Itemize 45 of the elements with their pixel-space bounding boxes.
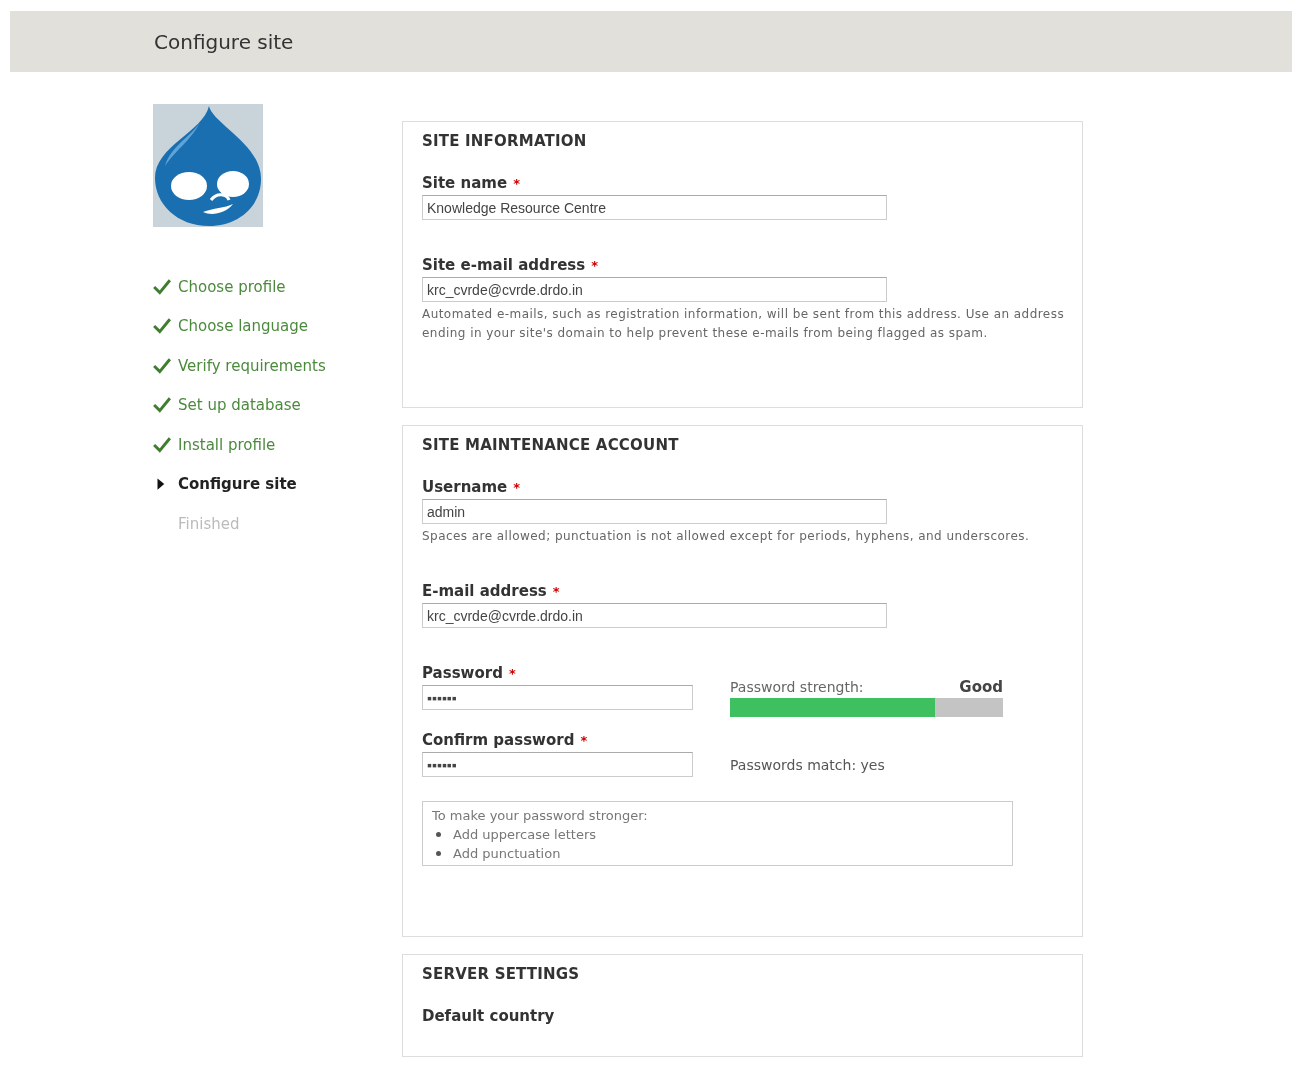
field-label: Username (422, 478, 508, 496)
step-label: Finished (178, 514, 240, 533)
field-label: Site name (422, 174, 508, 192)
step-label: Choose profile (178, 277, 286, 296)
field-label: Site e-mail address (422, 256, 586, 274)
field-description: Automated e-mails, such as registration information, will be sent from this address. Use an address ending in your site's domain to help prevent these e-mails from being flagged as spam. (422, 306, 1066, 342)
section-title: SERVER SETTINGS (422, 965, 581, 983)
field-label: E-mail address (422, 582, 547, 600)
check-icon (153, 278, 171, 295)
check-icon (153, 318, 171, 335)
step-label: Configure site (178, 475, 297, 494)
required-mark: * (513, 480, 521, 495)
section-title: SITE MAINTENANCE ACCOUNT (422, 436, 680, 454)
input-field[interactable]: ▪▪▪▪▪▪ (422, 752, 693, 777)
input-field[interactable]: krc_cvrde@cvrde.drdo.in (422, 603, 887, 628)
input-field[interactable]: admin (422, 499, 887, 524)
page-title: Configure site (154, 29, 294, 54)
check-icon (153, 397, 171, 414)
field-label: Confirm password (422, 731, 575, 749)
field-description: Spaces are allowed; punctuation is not allowed except for periods, hyphens, and underscores. (422, 528, 1031, 545)
suggestions-intro: To make your password stronger: (432, 807, 649, 825)
match-status: Passwords match: yes (730, 757, 886, 773)
section-title: SITE INFORMATION (422, 132, 588, 150)
field-label: Password (422, 664, 503, 682)
input-field[interactable]: Knowledge Resource Centre (422, 195, 887, 220)
step-label: Set up database (178, 396, 301, 415)
bullet-icon (436, 851, 441, 856)
step-label: Install profile (178, 435, 276, 454)
input-field[interactable]: ▪▪▪▪▪▪ (422, 685, 693, 710)
check-icon (153, 436, 171, 453)
suggestion-item: Add uppercase letters (453, 826, 597, 844)
required-mark: * (580, 733, 588, 748)
check-icon (153, 357, 171, 374)
field-label: Default country (422, 1007, 555, 1025)
suggestion-item: Add punctuation (453, 845, 561, 863)
required-mark: * (591, 258, 598, 273)
strength-label: Password strength: (730, 679, 864, 695)
required-mark: * (508, 666, 516, 681)
step-label: Verify requirements (178, 356, 326, 375)
required-mark: * (513, 176, 520, 191)
step-label: Choose language (178, 317, 308, 336)
required-mark: * (552, 584, 560, 599)
bullet-icon (436, 832, 441, 837)
input-field[interactable]: krc_cvrde@cvrde.drdo.in (422, 277, 887, 302)
strength-rating: Good (959, 678, 1003, 696)
